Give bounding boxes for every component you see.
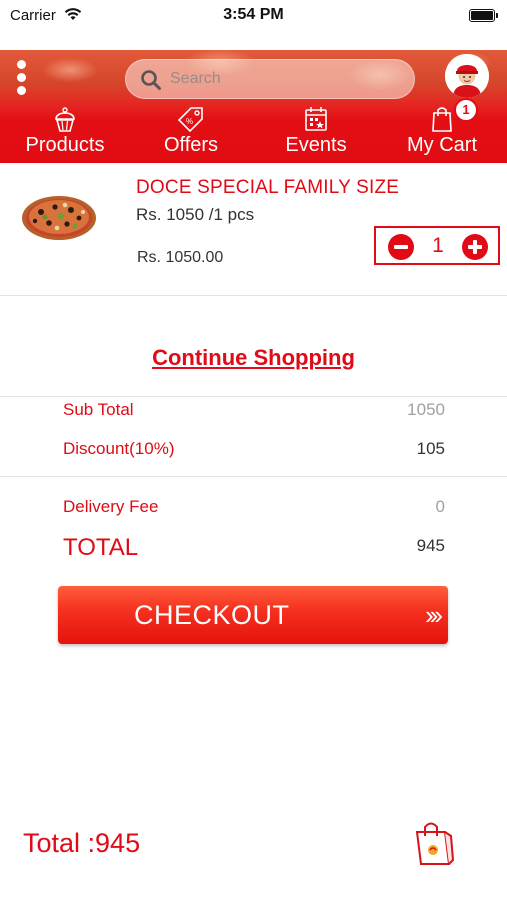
svg-text:%: % [186,117,193,126]
shopping-bag-icon[interactable] [413,820,455,868]
continue-shopping-row: Continue Shopping [0,345,507,371]
decrease-quantity-button[interactable] [388,234,414,260]
status-bar: Carrier 3:54 PM [0,0,507,32]
nav-events[interactable]: Events [256,102,376,163]
discount-label: Discount(10%) [63,439,175,458]
divider [0,476,507,477]
increase-quantity-button[interactable] [462,234,488,260]
shopping-bag-icon [432,107,452,132]
search-bar[interactable]: Search [125,59,415,99]
chevrons-right-icon: ››› [425,600,443,630]
item-line-total: Rs. 1050.00 [137,249,224,266]
search-input[interactable]: Search [170,70,221,88]
calendar-icon [305,107,327,131]
footer-total: Total :945 [23,828,141,858]
battery-icon [469,9,498,22]
nav-products[interactable]: Products [5,102,125,163]
quantity-stepper: 1 [374,226,500,265]
item-name: DOCE SPECIAL FAMILY SIZE [136,177,400,198]
pizza-image [22,196,96,240]
subtotal-value: 1050 [407,400,445,419]
nav-offers[interactable]: % Offers [131,102,251,163]
nav-my-cart[interactable]: 1 My Cart [382,98,502,163]
cart-count-badge: 1 [454,98,478,122]
item-unit-price: Rs. 1050 /1 pcs [136,205,255,224]
nav-label: Events [285,134,347,156]
discount-value: 105 [416,439,445,458]
divider [0,396,507,397]
continue-shopping-link[interactable]: Continue Shopping [152,345,355,370]
main-nav: Products % Offers Events 1 My Cart [0,98,507,163]
checkout-button[interactable]: CHECKOUT ››› [58,586,448,644]
checkout-label: CHECKOUT [134,600,290,630]
clock: 3:54 PM [223,6,284,23]
offer-tag-icon: % [177,107,203,133]
nav-label: Products [25,134,105,156]
search-icon [141,70,161,90]
cupcake-icon [55,107,75,132]
chef-avatar-icon [445,54,489,98]
menu-dots-icon[interactable] [14,60,30,100]
app-header: Search Products % Offers Events 1 My Car… [0,50,507,163]
total-label: TOTAL [63,534,139,561]
total-value: 945 [416,536,445,555]
quantity-value: 1 [432,234,444,257]
nav-label: My Cart [407,134,477,156]
cart-item: DOCE SPECIAL FAMILY SIZE Rs. 1050 /1 pcs… [0,163,507,296]
delivery-fee-value: 0 [435,497,445,516]
profile-avatar[interactable] [445,54,489,98]
delivery-fee-label: Delivery Fee [63,497,159,516]
subtotal-label: Sub Total [63,400,134,419]
nav-label: Offers [163,134,219,156]
